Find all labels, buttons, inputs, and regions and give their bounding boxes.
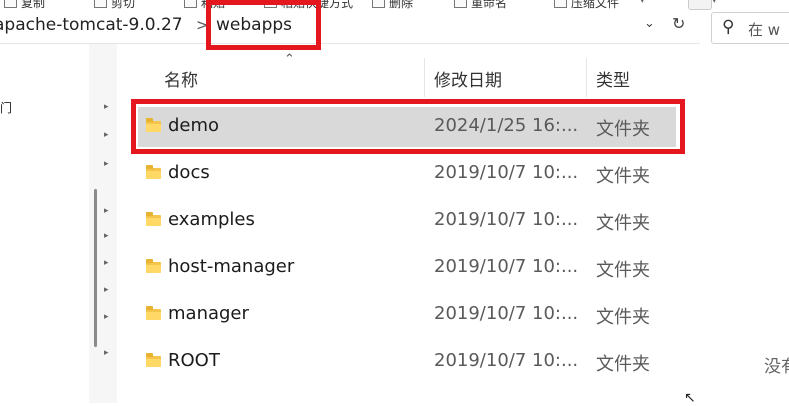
file-modified: 2019/10/7 10:... [434,162,579,183]
nav-scrollbar[interactable] [94,189,97,347]
expand-arrow-icon[interactable]: ▸ [104,102,109,112]
address-bar[interactable]: apache-tomcat-9.0.27 > webapps ⌄ ↻ [0,12,700,44]
annotation-highlight-address [206,0,321,50]
file-row-manager[interactable]: manager 2019/10/7 10:... 文件夹 [138,295,676,335]
column-header-name[interactable]: 名称 [138,58,424,97]
folder-icon [146,212,161,226]
file-type: 文件夹 [596,166,650,187]
folder-icon [146,353,161,367]
copy-button[interactable]: 复制 [4,0,45,11]
file-row-docs[interactable]: docs 2019/10/7 10:... 文件夹 [138,154,676,194]
file-name: ROOT [168,350,220,371]
view-options-button[interactable] [688,0,712,10]
file-type: 文件夹 [596,354,650,375]
file-type: 文件夹 [596,260,650,281]
file-name: docs [168,162,210,183]
file-name: host-manager [168,256,295,277]
delete-icon [372,0,385,8]
details-pane-text: 没有 [764,357,789,377]
cut-icon [94,0,107,8]
file-name: examples [168,209,255,230]
rename-icon [454,0,467,8]
refresh-icon[interactable]: ↻ [672,14,685,33]
file-row-host-manager[interactable]: host-manager 2019/10/7 10:... 文件夹 [138,248,676,288]
view-chevron-icon[interactable]: ▾ [712,0,717,6]
file-modified: 2019/10/7 10:... [434,256,579,277]
expand-arrow-icon[interactable]: ▸ [104,159,109,169]
cut-button[interactable]: 剪切 [94,0,135,11]
expand-arrow-icon[interactable]: ▸ [104,312,109,322]
delete-button[interactable]: 删除 [372,0,413,11]
expand-arrow-icon[interactable]: ▸ [104,231,109,241]
file-type: 文件夹 [596,213,650,234]
rename-button[interactable]: 重命名 [454,0,507,11]
command-bar: 复制 剪切 粘贴 粘贴快捷方式 删除 重命名 压缩文件 ▾ ▾ [0,0,789,12]
column-header-type-label: 类型 [596,71,630,91]
column-header-type[interactable]: 类型 [586,58,666,97]
file-modified: 2019/10/7 10:... [434,350,579,371]
expand-arrow-icon[interactable]: ▸ [104,348,109,358]
expand-arrow-icon[interactable]: ▸ [104,258,109,268]
expand-arrow-icon[interactable]: ▸ [104,285,109,295]
file-row-examples[interactable]: examples 2019/10/7 10:... 文件夹 [138,201,676,241]
folder-icon [146,165,161,179]
copy-icon [4,0,17,8]
search-icon: ⚲ [722,17,735,37]
chevron-down-icon[interactable]: ▾ [640,0,645,6]
compress-button[interactable]: 压缩文件 [554,0,619,11]
column-header-modified-label: 修改日期 [434,71,502,91]
paste-icon [184,0,197,8]
expand-arrow-icon[interactable]: ▸ [104,130,109,140]
folder-icon [146,259,161,273]
search-box[interactable]: ⚲ 在 w [711,12,789,44]
expand-arrow-icon[interactable]: ▸ [104,206,109,216]
nav-item-label[interactable]: 门 [0,99,12,116]
column-header-name-label: 名称 [164,71,198,91]
address-history-chevron-icon[interactable]: ⌄ [644,16,655,31]
navigation-pane: 门 ▸ ▸ ▸ ▸ ▸ ▸ ▸ ▸ ▸ [0,44,117,403]
folder-icon [146,306,161,320]
mouse-cursor-icon: ↖ [684,390,696,406]
file-row-root[interactable]: ROOT 2019/10/7 10:... 文件夹 [138,342,676,382]
file-name: manager [168,303,249,324]
file-type: 文件夹 [596,307,650,328]
column-header-modified[interactable]: 修改日期 [424,58,586,97]
search-placeholder: 在 w [748,21,781,39]
zip-icon [554,0,567,8]
file-modified: 2019/10/7 10:... [434,209,579,230]
file-modified: 2019/10/7 10:... [434,303,579,324]
breadcrumb-parent[interactable]: apache-tomcat-9.0.27 [0,15,183,35]
annotation-highlight-demo-row [131,99,685,154]
